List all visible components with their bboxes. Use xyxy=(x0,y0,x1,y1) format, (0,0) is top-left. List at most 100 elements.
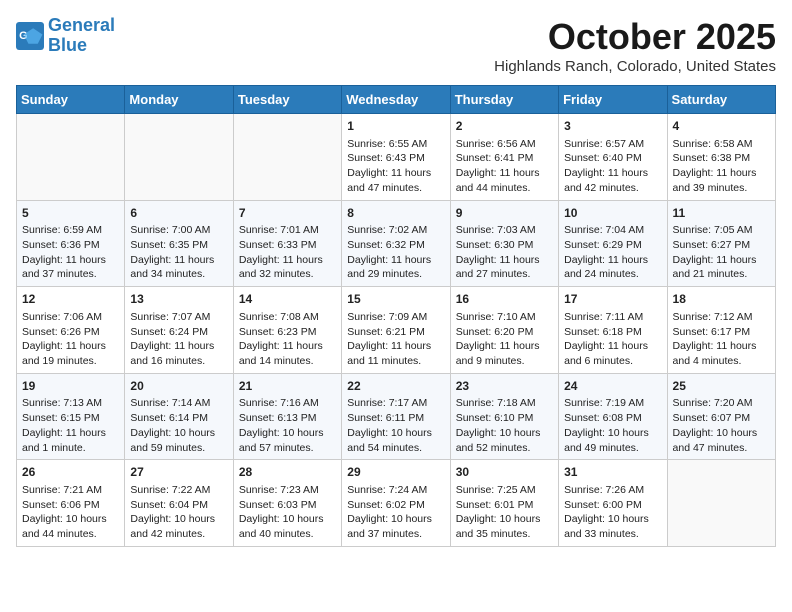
title-block: October 2025 Highlands Ranch, Colorado, … xyxy=(494,16,776,75)
weekday-header-tuesday: Tuesday xyxy=(233,86,341,114)
calendar-cell: 13 Sunrise: 7:07 AM Sunset: 6:24 PM Dayli… xyxy=(125,287,233,374)
cell-content: Sunrise: 7:14 AM Sunset: 6:14 PM Dayligh… xyxy=(130,396,227,455)
day-number: 5 xyxy=(22,205,119,222)
calendar-cell: 29 Sunrise: 7:24 AM Sunset: 6:02 PM Dayli… xyxy=(342,460,450,547)
calendar-table: SundayMondayTuesdayWednesdayThursdayFrid… xyxy=(16,85,776,547)
day-number: 23 xyxy=(456,378,553,395)
calendar-cell xyxy=(233,114,341,201)
calendar-cell: 16 Sunrise: 7:10 AM Sunset: 6:20 PM Dayli… xyxy=(450,287,558,374)
day-number: 8 xyxy=(347,205,444,222)
day-number: 2 xyxy=(456,118,553,135)
weekday-header-wednesday: Wednesday xyxy=(342,86,450,114)
calendar-cell: 11Sunrise: 7:05 AM Sunset: 6:27 PM Dayli… xyxy=(667,200,775,287)
calendar-cell: 28 Sunrise: 7:23 AM Sunset: 6:03 PM Dayli… xyxy=(233,460,341,547)
day-number: 3 xyxy=(564,118,661,135)
cell-content: Sunrise: 7:26 AM Sunset: 6:00 PM Dayligh… xyxy=(564,483,661,542)
day-number: 30 xyxy=(456,464,553,481)
day-number: 22 xyxy=(347,378,444,395)
day-number: 12 xyxy=(22,291,119,308)
calendar-cell: 21Sunrise: 7:16 AM Sunset: 6:13 PM Dayli… xyxy=(233,373,341,460)
calendar-cell xyxy=(667,460,775,547)
logo-text-line2: Blue xyxy=(48,36,115,56)
day-number: 29 xyxy=(347,464,444,481)
cell-content: Sunrise: 7:07 AM Sunset: 6:24 PM Dayligh… xyxy=(130,310,227,369)
calendar-cell: 10Sunrise: 7:04 AM Sunset: 6:29 PM Dayli… xyxy=(559,200,667,287)
day-number: 19 xyxy=(22,378,119,395)
cell-content: Sunrise: 6:55 AM Sunset: 6:43 PM Dayligh… xyxy=(347,137,444,196)
day-number: 16 xyxy=(456,291,553,308)
week-row-3: 12Sunrise: 7:06 AM Sunset: 6:26 PM Dayli… xyxy=(17,287,776,374)
calendar-cell: 23Sunrise: 7:18 AM Sunset: 6:10 PM Dayli… xyxy=(450,373,558,460)
calendar-cell: 9Sunrise: 7:03 AM Sunset: 6:30 PM Daylig… xyxy=(450,200,558,287)
cell-content: Sunrise: 6:58 AM Sunset: 6:38 PM Dayligh… xyxy=(673,137,770,196)
day-number: 24 xyxy=(564,378,661,395)
cell-content: Sunrise: 7:24 AM Sunset: 6:02 PM Dayligh… xyxy=(347,483,444,542)
weekday-header-sunday: Sunday xyxy=(17,86,125,114)
calendar-cell: 26 Sunrise: 7:21 AM Sunset: 6:06 PM Dayli… xyxy=(17,460,125,547)
calendar-cell: 8Sunrise: 7:02 AM Sunset: 6:32 PM Daylig… xyxy=(342,200,450,287)
calendar-cell: 31Sunrise: 7:26 AM Sunset: 6:00 PM Dayli… xyxy=(559,460,667,547)
cell-content: Sunrise: 7:09 AM Sunset: 6:21 PM Dayligh… xyxy=(347,310,444,369)
calendar-cell: 14Sunrise: 7:08 AM Sunset: 6:23 PM Dayli… xyxy=(233,287,341,374)
day-number: 25 xyxy=(673,378,770,395)
week-row-5: 26 Sunrise: 7:21 AM Sunset: 6:06 PM Dayli… xyxy=(17,460,776,547)
cell-content: Sunrise: 6:56 AM Sunset: 6:41 PM Dayligh… xyxy=(456,137,553,196)
calendar-cell: 27 Sunrise: 7:22 AM Sunset: 6:04 PM Dayli… xyxy=(125,460,233,547)
calendar-cell: 7Sunrise: 7:01 AM Sunset: 6:33 PM Daylig… xyxy=(233,200,341,287)
day-number: 4 xyxy=(673,118,770,135)
calendar-cell: 18Sunrise: 7:12 AM Sunset: 6:17 PM Dayli… xyxy=(667,287,775,374)
day-number: 15 xyxy=(347,291,444,308)
calendar-cell xyxy=(125,114,233,201)
day-number: 17 xyxy=(564,291,661,308)
month-title: October 2025 xyxy=(494,16,776,58)
cell-content: Sunrise: 7:17 AM Sunset: 6:11 PM Dayligh… xyxy=(347,396,444,455)
calendar-cell: 22Sunrise: 7:17 AM Sunset: 6:11 PM Dayli… xyxy=(342,373,450,460)
weekday-header-friday: Friday xyxy=(559,86,667,114)
day-number: 13 xyxy=(130,291,227,308)
cell-content: Sunrise: 7:10 AM Sunset: 6:20 PM Dayligh… xyxy=(456,310,553,369)
calendar-cell: 25Sunrise: 7:20 AM Sunset: 6:07 PM Dayli… xyxy=(667,373,775,460)
cell-content: Sunrise: 7:19 AM Sunset: 6:08 PM Dayligh… xyxy=(564,396,661,455)
cell-content: Sunrise: 7:23 AM Sunset: 6:03 PM Dayligh… xyxy=(239,483,336,542)
calendar-cell: 19Sunrise: 7:13 AM Sunset: 6:15 PM Dayli… xyxy=(17,373,125,460)
day-number: 11 xyxy=(673,205,770,222)
cell-content: Sunrise: 6:57 AM Sunset: 6:40 PM Dayligh… xyxy=(564,137,661,196)
cell-content: Sunrise: 7:21 AM Sunset: 6:06 PM Dayligh… xyxy=(22,483,119,542)
calendar-cell: 15 Sunrise: 7:09 AM Sunset: 6:21 PM Dayli… xyxy=(342,287,450,374)
calendar-cell: 2 Sunrise: 6:56 AM Sunset: 6:41 PM Daylig… xyxy=(450,114,558,201)
location: Highlands Ranch, Colorado, United States xyxy=(494,58,776,75)
calendar-cell: 12Sunrise: 7:06 AM Sunset: 6:26 PM Dayli… xyxy=(17,287,125,374)
cell-content: Sunrise: 7:12 AM Sunset: 6:17 PM Dayligh… xyxy=(673,310,770,369)
day-number: 21 xyxy=(239,378,336,395)
cell-content: Sunrise: 7:01 AM Sunset: 6:33 PM Dayligh… xyxy=(239,223,336,282)
cell-content: Sunrise: 7:04 AM Sunset: 6:29 PM Dayligh… xyxy=(564,223,661,282)
page-header: G General Blue October 2025 Highlands Ra… xyxy=(16,16,776,75)
day-number: 1 xyxy=(347,118,444,135)
day-number: 26 xyxy=(22,464,119,481)
weekday-header-row: SundayMondayTuesdayWednesdayThursdayFrid… xyxy=(17,86,776,114)
cell-content: Sunrise: 7:11 AM Sunset: 6:18 PM Dayligh… xyxy=(564,310,661,369)
calendar-cell: 1 Sunrise: 6:55 AM Sunset: 6:43 PM Daylig… xyxy=(342,114,450,201)
cell-content: Sunrise: 7:22 AM Sunset: 6:04 PM Dayligh… xyxy=(130,483,227,542)
cell-content: Sunrise: 7:00 AM Sunset: 6:35 PM Dayligh… xyxy=(130,223,227,282)
day-number: 9 xyxy=(456,205,553,222)
calendar-cell: 3 Sunrise: 6:57 AM Sunset: 6:40 PM Daylig… xyxy=(559,114,667,201)
cell-content: Sunrise: 7:25 AM Sunset: 6:01 PM Dayligh… xyxy=(456,483,553,542)
week-row-4: 19Sunrise: 7:13 AM Sunset: 6:15 PM Dayli… xyxy=(17,373,776,460)
cell-content: Sunrise: 7:13 AM Sunset: 6:15 PM Dayligh… xyxy=(22,396,119,455)
day-number: 27 xyxy=(130,464,227,481)
day-number: 7 xyxy=(239,205,336,222)
calendar-cell: 6Sunrise: 7:00 AM Sunset: 6:35 PM Daylig… xyxy=(125,200,233,287)
cell-content: Sunrise: 7:18 AM Sunset: 6:10 PM Dayligh… xyxy=(456,396,553,455)
calendar-cell: 17 Sunrise: 7:11 AM Sunset: 6:18 PM Dayli… xyxy=(559,287,667,374)
calendar-cell: 20Sunrise: 7:14 AM Sunset: 6:14 PM Dayli… xyxy=(125,373,233,460)
day-number: 28 xyxy=(239,464,336,481)
day-number: 10 xyxy=(564,205,661,222)
logo-text-line1: General xyxy=(48,16,115,36)
cell-content: Sunrise: 7:02 AM Sunset: 6:32 PM Dayligh… xyxy=(347,223,444,282)
weekday-header-saturday: Saturday xyxy=(667,86,775,114)
day-number: 6 xyxy=(130,205,227,222)
cell-content: Sunrise: 6:59 AM Sunset: 6:36 PM Dayligh… xyxy=(22,223,119,282)
calendar-cell: 30 Sunrise: 7:25 AM Sunset: 6:01 PM Dayli… xyxy=(450,460,558,547)
logo-icon: G xyxy=(16,22,44,50)
